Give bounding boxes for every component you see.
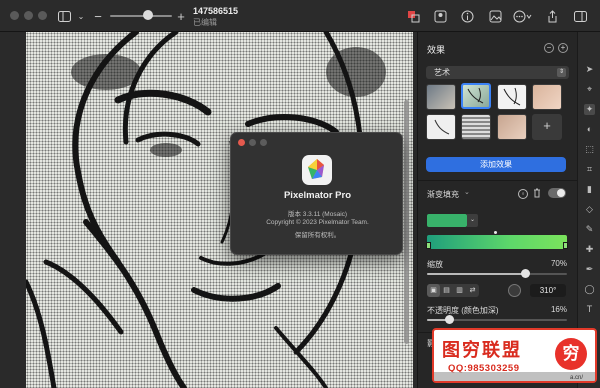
opacity-slider-knob[interactable] [445, 315, 454, 324]
dialog-minimize-button [249, 139, 256, 146]
scale-slider-knob[interactable] [521, 269, 530, 278]
arrange-tool-icon[interactable]: ⌖ [584, 84, 595, 95]
add-effect-icon[interactable]: + [558, 43, 568, 53]
scale-label: 缩放 [427, 260, 443, 269]
shape-tool-icon[interactable]: ◯ [584, 284, 595, 295]
app-name: Pixelmator Pro [283, 190, 352, 201]
scale-value[interactable]: 70% [528, 259, 567, 268]
opacity-label: 不透明度 (颜色加深) [427, 306, 499, 315]
share-icon[interactable] [545, 7, 559, 25]
more-options-icon[interactable] [512, 7, 534, 25]
fill-mode-linear-icon[interactable]: ▣ [427, 284, 440, 297]
scale-slider-fill [427, 273, 525, 275]
watermark-main-text: 图穷联盟 [442, 340, 522, 360]
watermark-url: a.cn/ [569, 375, 583, 381]
scale-slider[interactable] [427, 269, 567, 278]
gradient-bar[interactable] [426, 235, 568, 249]
move-tool-icon[interactable]: ➤ [584, 64, 595, 75]
swatch-dropdown-icon[interactable]: ⌄ [467, 214, 478, 227]
remove-effect-icon[interactable]: − [544, 43, 554, 53]
color-adjust-icon[interactable] [405, 7, 421, 25]
app-rights: 保留所有权利。 [294, 232, 341, 239]
document-title: 147586515 [193, 6, 239, 16]
color-swatch[interactable] [427, 214, 467, 227]
fill-mode-segmented-control[interactable]: ▣ ▤ ▥ ⇄ [427, 284, 479, 297]
document-status: 已编辑 [193, 18, 217, 27]
gradient-fill-label[interactable]: 渐变填充 [427, 189, 459, 200]
reset-icon[interactable]: ◦ [518, 189, 528, 199]
chevron-updown-icon: ⇕ [557, 68, 566, 77]
fill-mode-reflect-icon[interactable]: ⇄ [466, 284, 479, 297]
fill-mode-radial-icon[interactable]: ▤ [440, 284, 453, 297]
divider [418, 180, 578, 181]
effect-thumbnail[interactable] [532, 84, 562, 110]
dialog-close-button[interactable] [238, 139, 245, 146]
chevron-down-icon[interactable]: ⌄ [464, 188, 470, 196]
eraser-tool-icon[interactable]: ◇ [584, 204, 595, 215]
zoom-slider-knob[interactable] [143, 10, 153, 20]
add-effect-thumbnail-button[interactable]: + [532, 114, 562, 140]
zoom-out-button[interactable]: − [92, 7, 104, 25]
panel-title: 效果 [427, 45, 446, 55]
effect-thumbnail[interactable] [426, 84, 456, 110]
sidebar-toggle-icon[interactable] [56, 7, 72, 25]
watermark-logo: 穷 [555, 338, 587, 370]
angle-dial[interactable] [508, 284, 521, 297]
effect-thumbnail[interactable] [461, 114, 491, 140]
about-dialog: Pixelmator Pro 版本 3.3.11 (Mosaic) Copyri… [230, 132, 403, 255]
zoom-window-button[interactable] [38, 11, 47, 20]
fill-mode-angle-icon[interactable]: ▥ [453, 284, 466, 297]
effect-thumbnail[interactable] [426, 114, 456, 140]
watermark-overlay: 图穷联盟 QQ:985303259 穷 a.cn/ [432, 328, 597, 383]
zoom-in-button[interactable]: + [175, 7, 187, 25]
photo-browser-icon[interactable] [432, 7, 448, 25]
app-copyright: Copyright © 2023 Pixelmator Team. [266, 219, 369, 226]
image-icon[interactable] [487, 7, 503, 25]
effect-thumbnail[interactable] [497, 84, 527, 110]
vertical-scrollbar[interactable] [404, 100, 409, 344]
toggle-panel-icon[interactable] [572, 7, 588, 25]
effect-category-label: 艺术 [434, 68, 450, 77]
pen-tool-icon[interactable]: ✒ [584, 264, 595, 275]
angle-value-field[interactable]: 310° [530, 284, 566, 297]
effect-category-select[interactable]: 艺术 ⇕ [426, 66, 569, 79]
fill-tool-icon[interactable]: ▮ [584, 184, 595, 195]
canvas-margin [0, 32, 26, 388]
app-version: 版本 3.3.11 (Mosaic) [287, 211, 348, 218]
minimize-window-button[interactable] [24, 11, 33, 20]
toolbar: ⌄ − + 147586515 已编辑 [0, 0, 600, 32]
add-effect-button[interactable]: 添加效果 [426, 157, 566, 172]
close-window-button[interactable] [10, 11, 19, 20]
opacity-slider[interactable] [427, 315, 567, 324]
effect-thumbnail-selected[interactable] [461, 83, 491, 109]
trash-icon[interactable] [533, 188, 541, 200]
gradient-stop-end[interactable] [563, 242, 568, 249]
pixelmator-app-icon [302, 155, 332, 185]
retouch-tool-icon[interactable]: ✚ [584, 244, 595, 255]
effects-tool-icon[interactable]: ✦ [584, 104, 595, 115]
dialog-zoom-button [260, 139, 267, 146]
style-tool-icon[interactable]: ◐ [584, 124, 595, 135]
opacity-value[interactable]: 16% [528, 305, 567, 314]
gradient-midpoint[interactable] [494, 231, 497, 234]
info-icon[interactable] [459, 7, 475, 25]
paint-tool-icon[interactable]: ✎ [584, 224, 595, 235]
effect-enable-toggle[interactable] [548, 188, 566, 198]
text-tool-icon[interactable]: T [584, 304, 595, 315]
chevron-down-icon[interactable]: ⌄ [76, 7, 86, 25]
effect-thumbnail[interactable] [497, 114, 527, 140]
crop-tool-icon[interactable]: ⌗ [584, 164, 595, 175]
gradient-stop-start[interactable] [426, 242, 431, 249]
selection-tool-icon[interactable]: ⬚ [584, 144, 595, 155]
zoom-slider[interactable] [110, 15, 172, 17]
